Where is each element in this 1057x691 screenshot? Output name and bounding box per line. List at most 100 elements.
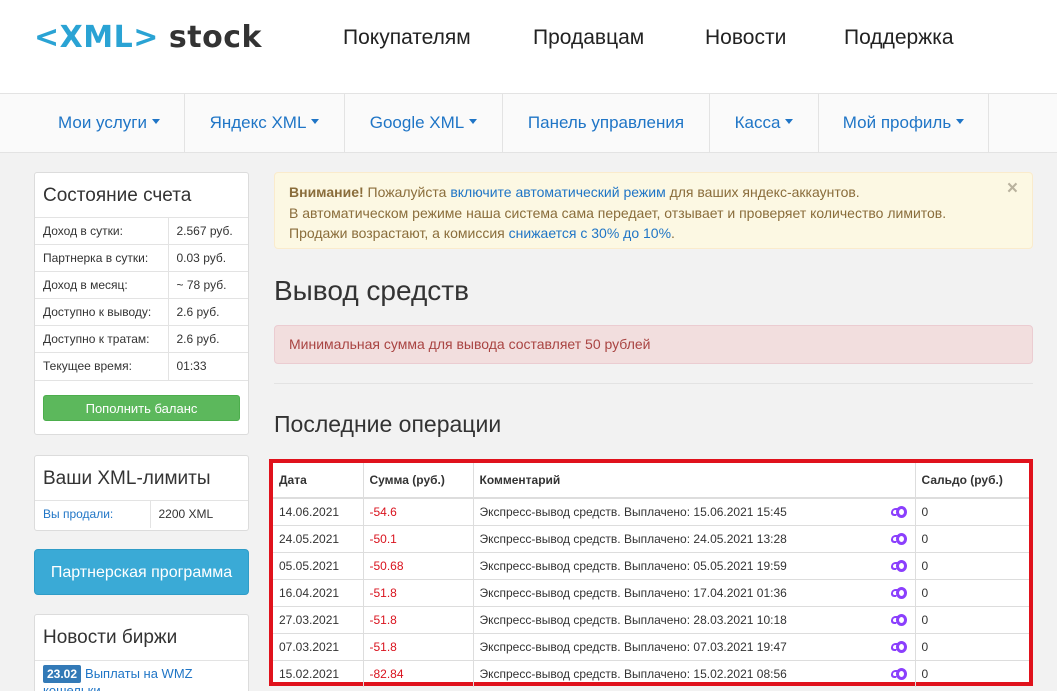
warning-line-2: В автоматическом режиме наша система сам… <box>289 204 947 221</box>
row-value: 01:33 <box>168 352 248 380</box>
warning-line-1: Внимание! Пожалуйста включите автоматиче… <box>289 182 1018 203</box>
auto-mode-warning: Внимание! Пожалуйста включите автоматиче… <box>274 172 1033 249</box>
news-date-badge: 23.02 <box>43 665 82 683</box>
close-icon[interactable]: × <box>1007 178 1018 200</box>
menu-cashbox[interactable]: Касса <box>710 94 819 152</box>
topnav-news[interactable]: Новости <box>705 26 786 50</box>
cell-saldo: 0 <box>915 497 1029 525</box>
caret-down-icon <box>151 119 160 125</box>
panel-footer: Пополнить баланс <box>35 379 248 421</box>
table-row: 27.03.2021 -51.8 Экспресс-вывод средств.… <box>273 605 1029 633</box>
yoomoney-icon <box>889 559 907 572</box>
warning-text: Пожалуйста <box>363 184 451 200</box>
cell-comment: Экспресс-вывод средств. Выплачено: 05.05… <box>473 551 916 579</box>
menu-label: Касса <box>734 113 781 132</box>
limits-table: Вы продали: 2200 XML <box>35 500 248 528</box>
site-header: <XML> stock Покупателям Продавцам Новости… <box>0 0 1057 93</box>
cell-sum: -51.8 <box>363 605 474 633</box>
yoomoney-icon <box>889 667 907 680</box>
cell-sum: -50.68 <box>363 551 474 579</box>
col-comment: Комментарий <box>473 463 916 499</box>
cell-date: 15.02.2021 <box>273 659 364 687</box>
cell-date: 14.06.2021 <box>273 497 364 525</box>
row-value: 2.6 руб. <box>168 298 248 326</box>
table-row: 07.03.2021 -51.8 Экспресс-вывод средств.… <box>273 632 1029 660</box>
menu-label: Мои услуги <box>58 113 147 132</box>
topup-balance-button[interactable]: Пополнить баланс <box>43 394 240 421</box>
cell-date: 05.05.2021 <box>273 551 364 579</box>
warning-text: Продажи возрастают, а комиссия <box>289 225 509 241</box>
cell-sum: -51.8 <box>363 578 474 606</box>
panel-title: Состояние счета <box>43 185 192 206</box>
caret-down-icon <box>785 119 794 125</box>
site-logo[interactable]: <XML> stock <box>34 20 262 55</box>
yoomoney-icon <box>889 613 907 626</box>
row-label: Партнерка в сутки: <box>35 244 169 272</box>
comment-text: Экспресс-вывод средств. Выплачено: 24.05… <box>479 531 787 546</box>
exchange-news-panel: Новости биржи 23.02 Выплаты на WMZ кошель… <box>34 614 249 691</box>
topnav-sellers[interactable]: Продавцам <box>533 26 644 50</box>
menu-label: Мой профиль <box>842 113 952 132</box>
page-title: Вывод средств <box>274 275 470 306</box>
divider <box>274 383 1033 384</box>
comment-text: Экспресс-вывод средств. Выплачено: 15.06… <box>479 504 787 519</box>
row-label: Доход в месяц: <box>35 271 169 299</box>
caret-down-icon <box>469 119 478 125</box>
col-date: Дата <box>273 463 364 499</box>
row-value: 0.03 руб. <box>168 244 248 272</box>
comment-text: Экспресс-вывод средств. Выплачено: 17.04… <box>479 585 787 600</box>
menu-my-profile[interactable]: Мой профиль <box>819 94 989 152</box>
warning-line-3: Продажи возрастают, а комиссия снижается… <box>289 223 1018 244</box>
warning-strong: Внимание! <box>289 184 364 200</box>
cell-sum: -50.1 <box>363 524 474 552</box>
cell-date: 27.03.2021 <box>273 605 364 633</box>
cell-comment: Экспресс-вывод средств. Выплачено: 07.03… <box>473 632 916 660</box>
cell-comment: Экспресс-вывод средств. Выплачено: 15.02… <box>473 659 916 687</box>
sold-link[interactable]: Вы продали: <box>35 500 151 528</box>
topnav-support[interactable]: Поддержка <box>844 26 954 50</box>
cell-saldo: 0 <box>915 551 1029 579</box>
cell-saldo: 0 <box>915 659 1029 687</box>
menu-label: Google XML <box>369 113 465 132</box>
account-row: Партнерка в сутки: 0.03 руб. <box>35 244 248 272</box>
cell-comment: Экспресс-вывод средств. Выплачено: 17.04… <box>473 578 916 606</box>
cell-saldo: 0 <box>915 524 1029 552</box>
operations-highlight-frame: Дата Сумма (руб.) Комментарий Сальдо (ру… <box>269 459 1033 687</box>
menu-my-services[interactable]: Мои услуги <box>34 94 185 152</box>
row-value: 2.567 руб. <box>168 217 248 245</box>
caret-down-icon <box>311 119 320 125</box>
comment-text: Экспресс-вывод средств. Выплачено: 28.03… <box>479 612 787 627</box>
yoomoney-icon <box>889 505 907 518</box>
partner-program-button[interactable]: Партнерская программа <box>34 549 249 595</box>
topnav-buyers[interactable]: Покупателям <box>343 26 471 50</box>
cell-date: 24.05.2021 <box>273 524 364 552</box>
comment-text: Экспресс-вывод средств. Выплачено: 15.02… <box>479 666 787 681</box>
yoomoney-icon <box>889 586 907 599</box>
panel-title: Ваши XML-лимиты <box>43 468 211 489</box>
cell-saldo: 0 <box>915 605 1029 633</box>
yoomoney-icon <box>889 640 907 653</box>
cell-sum: -54.6 <box>363 497 474 525</box>
limits-row: Вы продали: 2200 XML <box>35 500 248 528</box>
cell-date: 16.04.2021 <box>273 578 364 606</box>
account-row: Доход в месяц: ~ 78 руб. <box>35 271 248 299</box>
news-item[interactable]: 23.02 Выплаты на WMZ кошельки <box>35 660 248 691</box>
col-sum: Сумма (руб.) <box>363 463 474 499</box>
menu-yandex-xml[interactable]: Яндекс XML <box>185 94 345 152</box>
col-saldo: Сальдо (руб.) <box>915 463 1029 499</box>
logo-bracket-left: < <box>34 20 60 55</box>
xml-limits-panel: Ваши XML-лимиты Вы продали: 2200 XML <box>34 455 249 531</box>
menu-google-xml[interactable]: Google XML <box>345 94 503 152</box>
row-value: 2.6 руб. <box>168 325 248 353</box>
comment-text: Экспресс-вывод средств. Выплачено: 07.03… <box>479 639 787 654</box>
row-label: Доступно к тратам: <box>35 325 169 353</box>
cell-sum: -82.84 <box>363 659 474 687</box>
enable-auto-mode-link[interactable]: включите автоматический режим <box>450 184 665 200</box>
cell-saldo: 0 <box>915 578 1029 606</box>
row-label: Доступно к выводу: <box>35 298 169 326</box>
commission-link[interactable]: снижается с 30% до 10% <box>509 225 671 241</box>
table-row: 15.02.2021 -82.84 Экспресс-вывод средств… <box>273 659 1029 687</box>
account-table: Доход в сутки: 2.567 руб. Партнерка в сут… <box>35 217 248 380</box>
menu-control-panel[interactable]: Панель управления <box>503 94 710 152</box>
account-row: Доступно к выводу: 2.6 руб. <box>35 298 248 326</box>
